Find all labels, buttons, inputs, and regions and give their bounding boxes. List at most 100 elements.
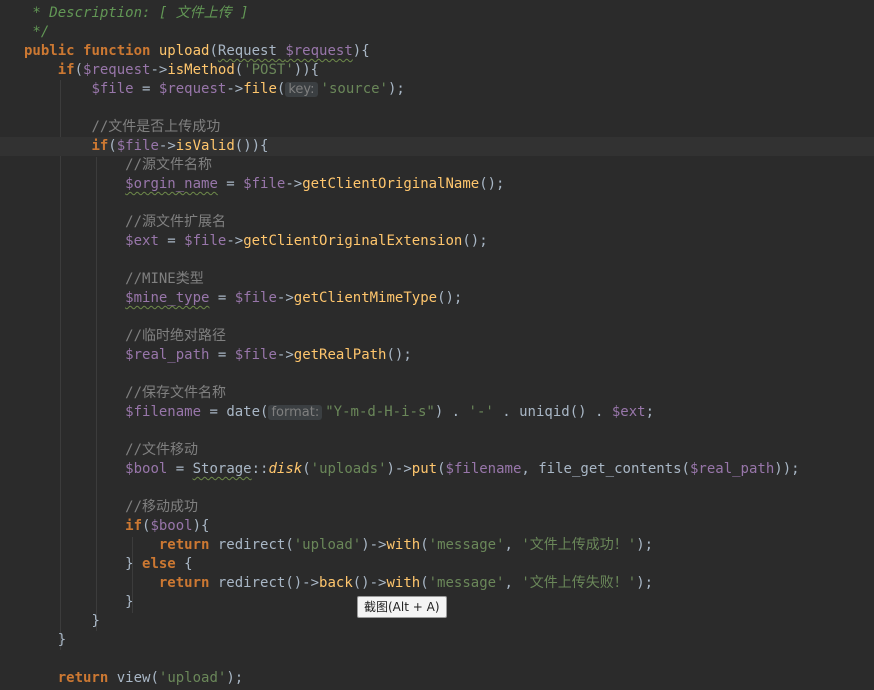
code-line[interactable]: * Description: [ 文件上传 ] [0, 4, 874, 23]
code-line[interactable] [0, 308, 874, 327]
code-token: )-> [386, 461, 412, 477]
code-line[interactable]: //文件移动 [0, 441, 874, 460]
code-token: , [504, 537, 522, 553]
code-token: ; [645, 404, 655, 420]
code-token: redirect [217, 537, 286, 553]
code-token: ) . [434, 404, 469, 420]
code-editor[interactable]: * Description: [ 文件上传 ] */ public functio… [0, 0, 874, 690]
code-line[interactable] [0, 251, 874, 270]
code-token: return [57, 670, 117, 686]
code-token: $bool [125, 461, 168, 477]
code-line[interactable]: $real_path = $file->getRealPath(); [0, 346, 874, 365]
code-token: '文件上传失败！' [521, 575, 637, 591]
code-token: $file [234, 347, 277, 363]
code-line[interactable]: $ext = $file->getClientOriginalExtension… [0, 232, 874, 251]
code-token: with [386, 537, 421, 553]
code-token: getClientOriginalName [302, 176, 480, 192]
code-token: ( [420, 575, 429, 591]
code-line[interactable] [0, 479, 874, 498]
code-token: //文件是否上传成功 [91, 119, 221, 135]
code-token: getClientMimeType [293, 290, 438, 306]
code-line[interactable]: $bool = Storage::disk('uploads')->put($f… [0, 460, 874, 479]
code-line[interactable]: public function upload(Request $request)… [0, 42, 874, 61]
code-token: } [125, 556, 143, 572]
code-token: */ [24, 24, 50, 40]
code-token: -> [285, 176, 303, 192]
code-token: isValid [175, 138, 235, 154]
code-line[interactable]: //源文件扩展名 [0, 213, 874, 232]
code-token: //源文件扩展名 [125, 214, 227, 230]
code-line[interactable]: } else { [0, 555, 874, 574]
code-line[interactable]: //移动成功 [0, 498, 874, 517]
code-token: -> [226, 233, 244, 249]
code-line[interactable]: if($file->isValid()){ [0, 137, 874, 156]
code-line[interactable]: return redirect('upload')->with('message… [0, 536, 874, 555]
code-token: -> [226, 81, 244, 97]
code-token: //MINE类型 [125, 271, 204, 287]
code-token: { [184, 556, 193, 572]
code-token: $orgin_name [125, 176, 218, 192]
code-line[interactable] [0, 650, 874, 669]
code-token: date [226, 404, 261, 420]
code-token: disk [268, 461, 303, 477]
parameter-hint: key: [285, 82, 318, 97]
code-token: )){ [293, 62, 320, 78]
code-token: $ext [611, 404, 646, 420]
code-token: :: [251, 461, 269, 477]
code-token: getRealPath [293, 347, 387, 363]
code-token: ){ [352, 43, 370, 59]
code-line[interactable]: if($bool){ [0, 517, 874, 536]
code-token: Description: [ 文件上传 ] [49, 5, 249, 21]
code-token: //源文件名称 [125, 157, 213, 173]
code-token: ( [681, 461, 690, 477]
code-token: (); [437, 290, 463, 306]
code-line[interactable] [0, 194, 874, 213]
code-token: } [125, 594, 134, 610]
code-line[interactable]: if($request->isMethod('POST')){ [0, 61, 874, 80]
code-token: ()-> [285, 575, 320, 591]
code-token: 'upload' [158, 670, 227, 686]
code-line[interactable]: //MINE类型 [0, 270, 874, 289]
code-line[interactable]: //临时绝对路径 [0, 327, 874, 346]
code-token: (); [386, 347, 412, 363]
code-token: } [91, 613, 100, 629]
code-token: function [83, 43, 159, 59]
code-line[interactable]: $file = $request->file(key:'source'); [0, 80, 874, 99]
code-token: ( [420, 537, 429, 553]
code-token: -> [158, 138, 176, 154]
code-line[interactable]: $filename = date(format: "Y-m-d-H-i-s") .… [0, 403, 874, 422]
code-token: ( [108, 138, 117, 154]
code-line[interactable]: } [0, 631, 874, 650]
code-token: $filename [445, 461, 522, 477]
code-token: getClientOriginalExtension [243, 233, 463, 249]
code-line[interactable] [0, 99, 874, 118]
code-token: -> [276, 347, 294, 363]
code-token: return [158, 575, 218, 591]
code-line[interactable]: return redirect()->back()->with('message… [0, 574, 874, 593]
code-line[interactable]: $orgin_name = $file->getClientOriginalNa… [0, 175, 874, 194]
code-line[interactable]: $mine_type = $file->getClientMimeType(); [0, 289, 874, 308]
code-line[interactable]: //源文件名称 [0, 156, 874, 175]
code-token: 'source' [320, 81, 388, 97]
code-token: , [521, 461, 539, 477]
code-line[interactable] [0, 365, 874, 384]
code-line[interactable]: //保存文件名称 [0, 384, 874, 403]
code-line[interactable]: return view('upload'); [0, 669, 874, 688]
code-line[interactable]: */ [0, 23, 874, 42]
code-token: $mine_type [125, 290, 210, 306]
code-line[interactable] [0, 422, 874, 441]
code-token: public [24, 43, 84, 59]
code-token: () . [569, 404, 612, 420]
code-token: if [91, 138, 109, 154]
code-line[interactable]: //文件是否上传成功 [0, 118, 874, 137]
code-token: ); [636, 537, 654, 553]
code-token: '-' [468, 404, 494, 420]
code-token: view [116, 670, 151, 686]
